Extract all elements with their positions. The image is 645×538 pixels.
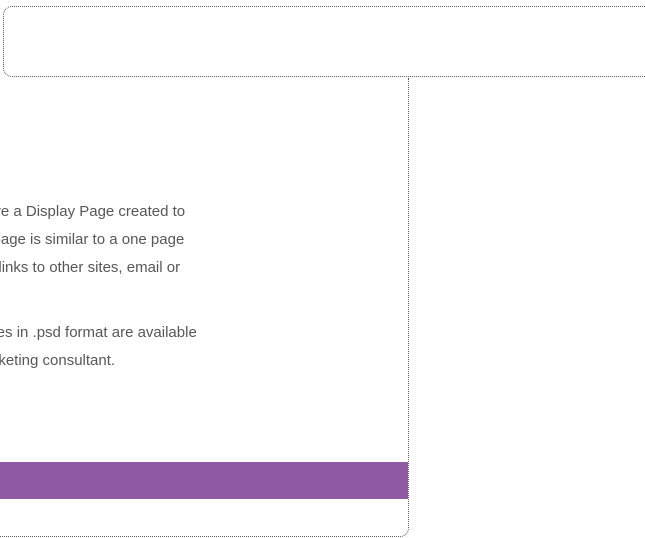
- paragraph-1-line-2: This page is similar to a one page: [0, 231, 185, 248]
- page-root: to have a Display Page created to This p…: [0, 0, 645, 538]
- paragraph-templates-info: mplates in .psd format are available ir …: [0, 319, 408, 375]
- paragraph-2-line-1: mplates in .psd format are available: [0, 324, 197, 341]
- paragraph-1-line-1: to have a Display Page created to: [0, 203, 186, 220]
- paragraph-1-line-3: ature links to other sites, email or: [0, 259, 181, 276]
- card-text-area: to have a Display Page created to This p…: [0, 198, 408, 375]
- content-card: to have a Display Page created to This p…: [0, 78, 409, 537]
- paragraph-display-page-intro: to have a Display Page created to This p…: [0, 198, 408, 282]
- top-header-panel: [3, 6, 645, 77]
- purple-accent-bar: [0, 462, 408, 499]
- paragraph-2-line-2: ir marketing consultant.: [0, 352, 116, 369]
